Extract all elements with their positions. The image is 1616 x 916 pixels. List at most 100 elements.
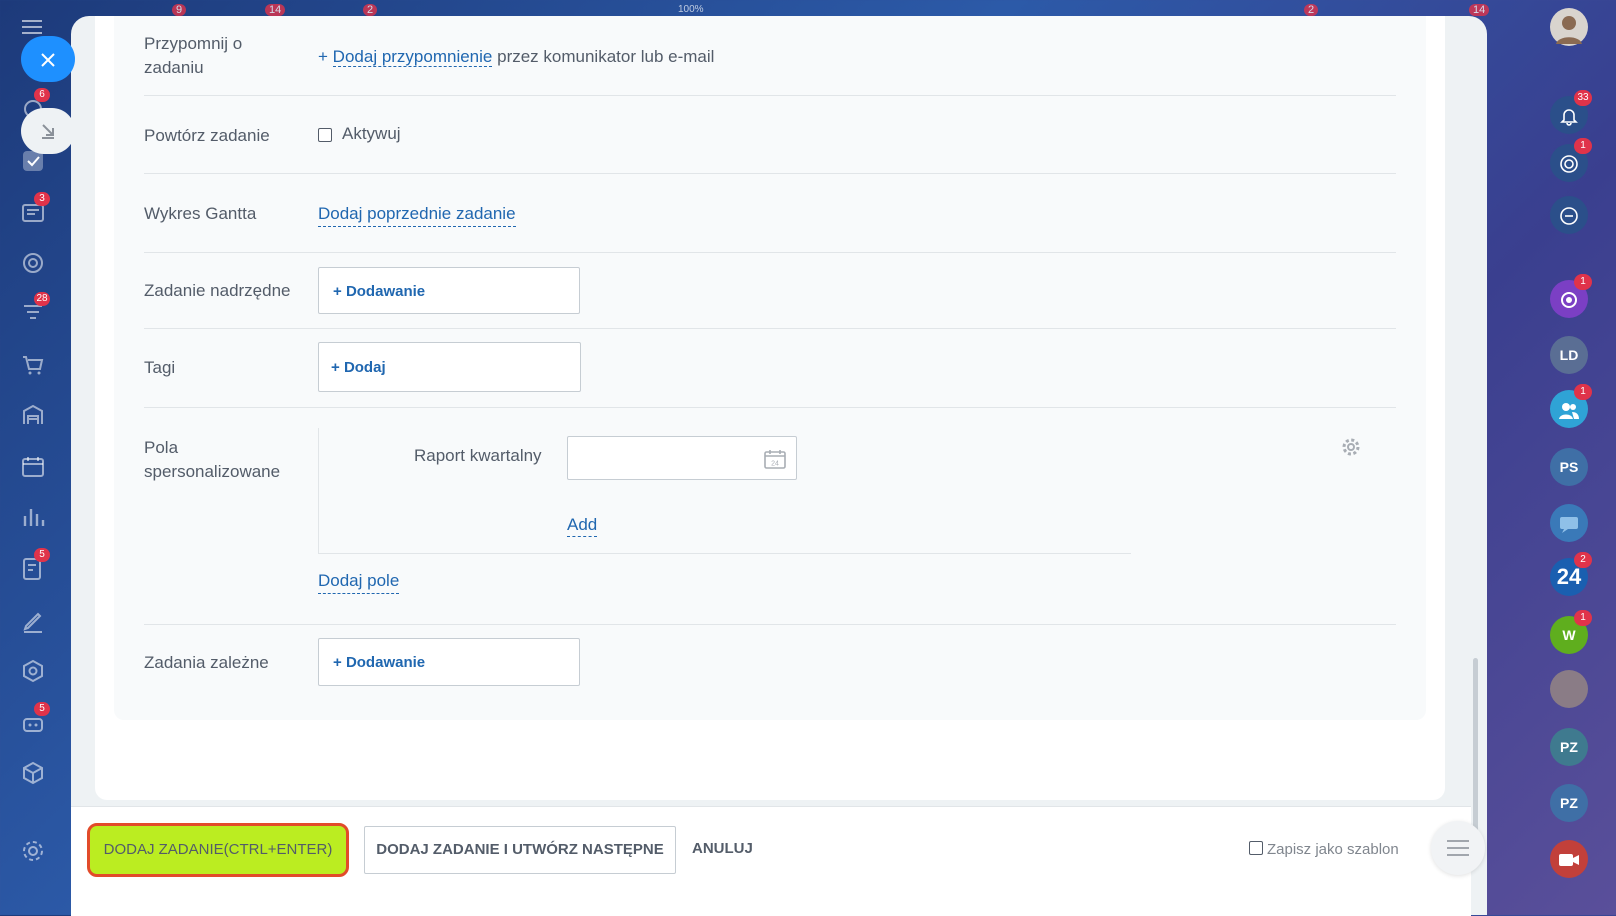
warehouse-icon[interactable]: [20, 402, 46, 428]
tags-row: Tagi + Dodaj: [144, 329, 1396, 408]
right-bar-user-pz-2[interactable]: PZ: [1550, 784, 1588, 822]
notifications-icon: [1559, 106, 1579, 127]
collapse-icon: [42, 124, 54, 139]
custom-fields-row: Pola spersonalizowane Raport kwartalny 2…: [144, 408, 1396, 625]
right-bar-targets[interactable]: 1: [1550, 138, 1592, 182]
background-tab-strip: 9 14 2 100% 2 14: [72, 0, 1532, 16]
chart-icon[interactable]: [20, 504, 46, 530]
repeat-checkbox[interactable]: [318, 127, 332, 142]
add-value-link[interactable]: Add: [567, 514, 598, 537]
zoom-level: 100%: [678, 4, 704, 15]
add-task-and-create-next-button[interactable]: DODAJ ZADANIE I UTWÓRZ NASTĘPNE: [364, 826, 676, 874]
reminder-label: Przypomnij o zadaniu: [144, 34, 243, 77]
notification-badge: 1: [1574, 274, 1592, 290]
notification-badge: 5: [34, 702, 50, 716]
plus-icon: +: [333, 654, 346, 671]
add-dependent-task-button[interactable]: + Dodawanie: [318, 638, 580, 686]
menu-icon[interactable]: [22, 20, 42, 38]
additional-fields-box: Przypomnij o zadaniu + Dodaj przypomnien…: [114, 16, 1426, 720]
task-form-card: Przypomnij o zadaniu + Dodaj przypomnien…: [95, 16, 1445, 800]
gear-icon[interactable]: [1341, 437, 1361, 457]
plus-icon: +: [318, 47, 328, 66]
right-sidebar: 33 1 1 LD 1 PS 24 2 W 1 PZ PZ: [1532, 0, 1616, 915]
notification-badge: 28: [34, 292, 50, 306]
repeat-checkbox-label: Aktywuj: [342, 124, 401, 143]
minimize-slider-button[interactable]: [21, 108, 75, 154]
cart-icon[interactable]: [20, 352, 46, 378]
reminder-suffix: przez komunikator lub e-mail: [497, 47, 715, 66]
target-icon[interactable]: [20, 250, 46, 276]
user-ps-label: PS: [1559, 459, 1579, 475]
save-as-template[interactable]: Zapisz jako szablon: [1249, 841, 1399, 858]
right-bar-group-photo[interactable]: [1550, 670, 1588, 708]
calendar-icon[interactable]: [20, 454, 46, 480]
right-bar-video[interactable]: [1550, 840, 1588, 878]
chat-search-icon: [1559, 206, 1579, 226]
user-pz-2-label: PZ: [1560, 795, 1578, 811]
video-icon: [1558, 852, 1580, 868]
right-bar-user-ld[interactable]: LD: [1550, 336, 1588, 374]
gantt-row: Wykres Gantta Dodaj poprzednie zadanie: [144, 174, 1396, 253]
add-parent-task-button[interactable]: + Dodawanie: [318, 267, 580, 314]
notification-badge: 1: [1574, 610, 1592, 626]
notification-badge: 6: [34, 88, 50, 102]
sign-icon[interactable]: [20, 608, 46, 634]
user-avatar[interactable]: [1550, 8, 1588, 46]
cancel-button[interactable]: ANULUJ: [692, 840, 753, 857]
parent-task-label: Zadanie nadrzędne: [144, 281, 291, 300]
custom-fields-area: Raport kwartalny 24 Add: [318, 428, 1131, 554]
hexagon-icon[interactable]: [20, 658, 46, 684]
right-bar-user-pz-1[interactable]: PZ: [1550, 728, 1588, 766]
right-bar-group[interactable]: 1: [1550, 384, 1592, 428]
add-tag-button[interactable]: + Dodaj: [318, 342, 581, 392]
notification-badge: 5: [34, 548, 50, 562]
right-bar-user-w[interactable]: W1: [1550, 610, 1592, 654]
funnel-icon[interactable]: 28: [20, 292, 50, 326]
quarterly-report-label: Raport kwartalny: [414, 446, 542, 465]
avatar-icon: [1556, 16, 1582, 44]
quarterly-report-date-input[interactable]: 24: [567, 436, 797, 480]
targets-icon: [1559, 154, 1579, 174]
notification-badge: 2: [1574, 552, 1592, 568]
save-template-label: Zapisz jako szablon: [1267, 841, 1399, 858]
bitrix24-label: 24: [1556, 564, 1582, 589]
robot-icon[interactable]: 5: [20, 702, 50, 736]
menu-button[interactable]: [1431, 821, 1485, 875]
notification-badge: 33: [1574, 90, 1592, 106]
notification-badge: 3: [34, 192, 50, 206]
right-bar-notifications[interactable]: 33: [1550, 90, 1592, 134]
right-bar-messages[interactable]: [1550, 504, 1588, 542]
tab-badge: 9: [172, 4, 187, 16]
reminder-row: Przypomnij o zadaniu + Dodaj przypomnien…: [144, 16, 1396, 96]
calendar-day: 24: [771, 461, 779, 468]
notification-badge: 1: [1574, 384, 1592, 400]
tab-badge: 2: [1304, 4, 1319, 16]
form-footer: DODAJ ZADANIE(CTRL+ENTER) DODAJ ZADANIE …: [71, 806, 1485, 916]
right-bar-copilot[interactable]: 1: [1550, 274, 1592, 318]
news-icon[interactable]: 3: [20, 192, 50, 226]
plus-icon: +: [333, 283, 346, 300]
dependent-tasks-label: Zadania zależne: [144, 653, 269, 672]
messages-icon: [1558, 514, 1580, 534]
gantt-label: Wykres Gantta: [144, 204, 257, 223]
right-bar-bitrix24[interactable]: 24 2: [1550, 552, 1592, 596]
box-icon[interactable]: [20, 760, 46, 786]
close-icon: [41, 53, 55, 67]
group-icon: [1558, 400, 1580, 420]
task-editor-panel: Przypomnij o zadaniu + Dodaj przypomnien…: [71, 16, 1487, 915]
save-template-checkbox[interactable]: [1249, 841, 1263, 855]
calendar-icon[interactable]: 24: [764, 449, 786, 469]
close-slider-button[interactable]: [21, 36, 75, 82]
tab-badge: 14: [1469, 4, 1490, 16]
notification-badge: 1: [1574, 138, 1592, 154]
add-reminder-link[interactable]: Dodaj przypomnienie: [332, 47, 493, 67]
gear-icon[interactable]: [20, 838, 46, 864]
right-bar-chat-search[interactable]: [1550, 196, 1588, 234]
plus-icon: +: [331, 359, 344, 376]
repeat-label: Powtórz zadanie: [144, 126, 270, 145]
checklist-icon[interactable]: 5: [20, 548, 50, 582]
right-bar-user-ps[interactable]: PS: [1550, 448, 1588, 486]
add-field-link[interactable]: Dodaj pole: [318, 569, 400, 594]
add-task-button[interactable]: DODAJ ZADANIE(CTRL+ENTER): [87, 823, 349, 877]
add-previous-task-link[interactable]: Dodaj poprzednie zadanie: [318, 202, 516, 227]
